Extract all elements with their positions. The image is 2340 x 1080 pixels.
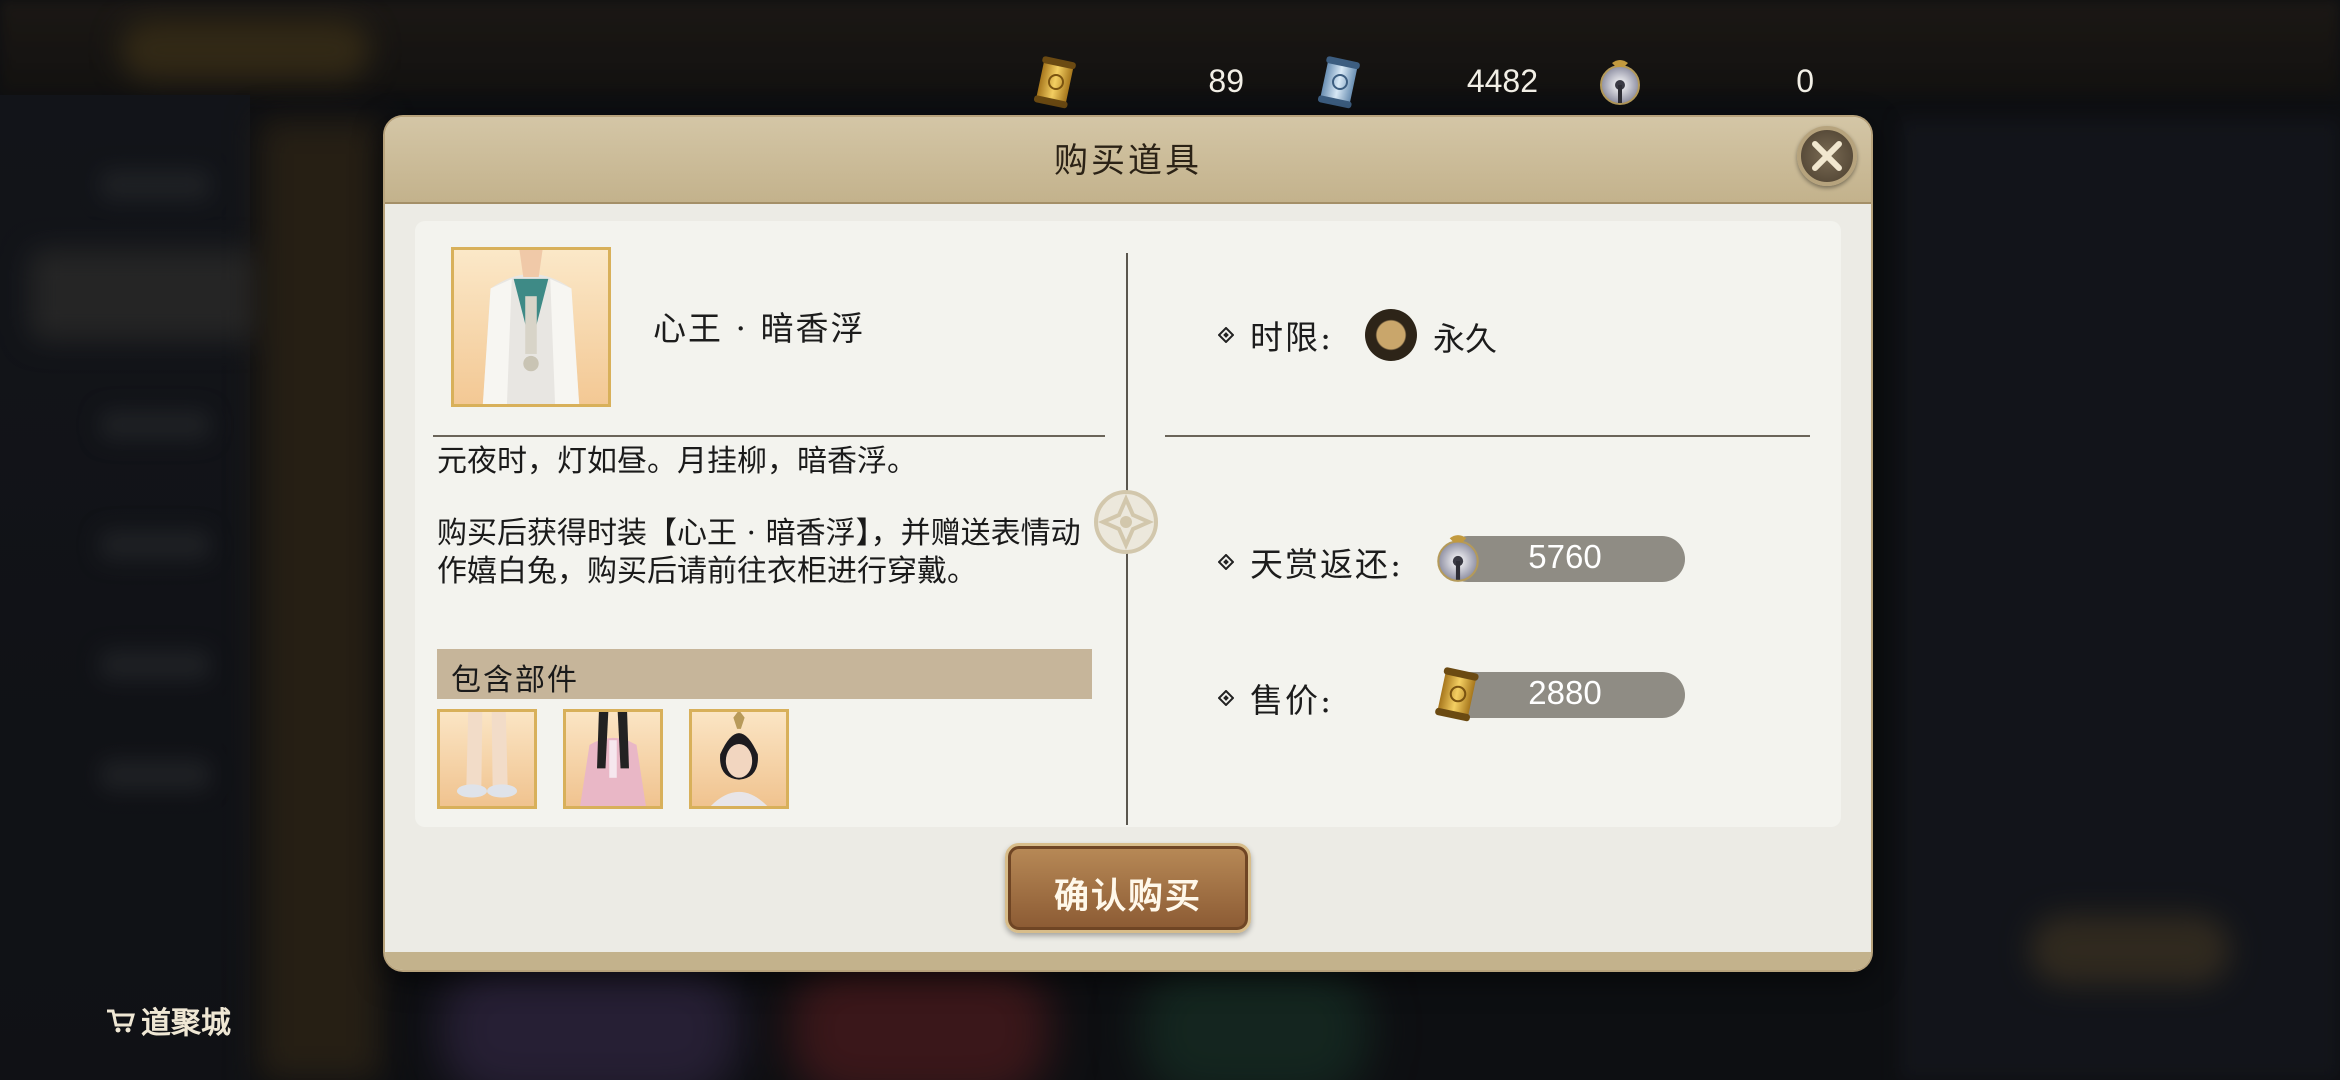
currency-gold-scroll-value: 89 — [1208, 63, 1244, 99]
store-logo[interactable]: 道聚城 — [105, 1000, 245, 1041]
price-row: 售价: — [1218, 674, 1333, 722]
hairstyle-part-icon — [710, 712, 768, 806]
price-label: 售价: — [1250, 681, 1334, 720]
currency-jade-coin-value: 0 — [1796, 63, 1814, 99]
diamond-bullet-icon — [1218, 554, 1234, 570]
duration-radio[interactable] — [1365, 309, 1417, 361]
dialog-footer — [385, 952, 1871, 970]
robe-part-icon — [580, 712, 646, 806]
item-description: 元夜时，灯如昼。月挂柳，暗香浮。 购买后获得时装【心王 · 暗香浮】，并赠送表情… — [437, 443, 1092, 625]
item-name: 心王 · 暗香浮 — [653, 309, 866, 348]
purchase-dialog: 购买道具 心王 · 暗香浮 元夜时，灯如昼。月挂柳，暗香浮。 购买后获得时装【心… — [385, 117, 1871, 970]
duration-row: 时限: — [1218, 311, 1333, 359]
confirm-purchase-label: 确认购买 — [1053, 876, 1202, 917]
part-item-hairstyle[interactable] — [689, 709, 789, 809]
jade-coin-icon — [1437, 535, 1479, 582]
currency-blue-scroll-value: 4482 — [1466, 63, 1538, 99]
close-icon — [1812, 141, 1842, 171]
ornament-emblem-icon — [1094, 490, 1158, 554]
parts-header: 包含部件 — [437, 649, 1092, 699]
item-description-line2: 购买后获得时装【心王 · 暗香浮】，并赠送表情动作嬉白兔，购买后请前往衣柜进行穿… — [437, 516, 1081, 589]
part-item-robe[interactable] — [563, 709, 663, 809]
right-divider — [1165, 435, 1810, 437]
left-divider — [433, 435, 1105, 437]
dialog-title: 购买道具 — [1054, 141, 1202, 181]
cart-icon — [107, 1009, 135, 1033]
blue-scroll-icon — [1318, 56, 1360, 109]
duration-label: 时限: — [1250, 318, 1334, 357]
close-button[interactable] — [1797, 126, 1857, 186]
reward-label: 天赏返还: — [1250, 545, 1404, 584]
item-description-line1: 元夜时，灯如昼。月挂柳，暗香浮。 — [437, 444, 917, 479]
parts-label: 包含部件 — [451, 663, 579, 698]
diamond-bullet-icon — [1218, 690, 1234, 706]
diamond-bullet-icon — [1218, 327, 1234, 343]
item-thumbnail[interactable] — [451, 247, 611, 407]
reward-row: 天赏返还: — [1218, 538, 1403, 586]
shoes-part-icon — [456, 712, 518, 798]
duration-value: 永久 — [1433, 320, 1498, 358]
robe-item-icon — [482, 250, 580, 404]
part-item-shoes[interactable] — [437, 709, 537, 809]
store-name: 道聚城 — [141, 1006, 231, 1041]
gold-scroll-icon — [1435, 667, 1479, 722]
confirm-purchase-button[interactable]: 确认购买 — [1005, 843, 1251, 933]
